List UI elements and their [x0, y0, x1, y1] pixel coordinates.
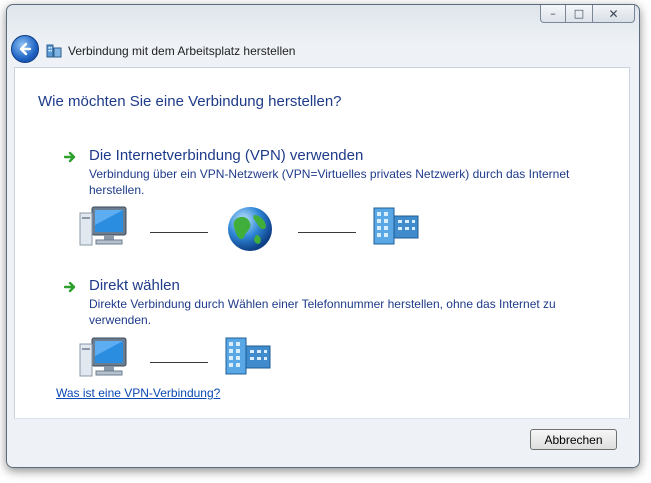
option-direct-dial-title[interactable]: Direkt wählen: [89, 277, 180, 294]
workplace-building-icon: [373, 207, 419, 245]
computer-icon: [79, 337, 127, 377]
connection-line: [298, 232, 356, 233]
back-arrow-icon: [19, 42, 32, 56]
globe-icon: [228, 207, 272, 251]
footer-separator: [14, 418, 630, 419]
back-button[interactable]: [11, 35, 39, 63]
caption-buttons: – □ ✕: [540, 5, 635, 23]
page-heading: Wie möchten Sie eine Verbindung herstell…: [38, 93, 342, 110]
option-vpn-title[interactable]: Die Internetverbindung (VPN) verwenden: [89, 147, 363, 164]
option-direct-dial-description: Direkte Verbindung durch Wählen einer Te…: [89, 297, 556, 327]
cancel-button[interactable]: Abbrechen: [530, 429, 617, 450]
option-vpn-description: Verbindung über ein VPN-Netzwerk (VPN=Vi…: [89, 167, 570, 197]
green-arrow-icon: [64, 281, 76, 293]
network-workplace-icon: [46, 44, 62, 58]
computer-icon: [79, 206, 127, 246]
connection-line: [150, 362, 208, 363]
vpn-help-link[interactable]: Was ist eine VPN-Verbindung?: [56, 386, 220, 400]
maximize-button[interactable]: □: [566, 5, 592, 23]
workplace-building-icon: [225, 337, 271, 375]
green-arrow-icon: [64, 151, 76, 163]
minimize-button[interactable]: –: [540, 5, 566, 23]
connection-line: [150, 232, 208, 233]
window-title: Verbindung mit dem Arbeitsplatz herstell…: [68, 44, 296, 58]
close-button[interactable]: ✕: [592, 5, 635, 23]
